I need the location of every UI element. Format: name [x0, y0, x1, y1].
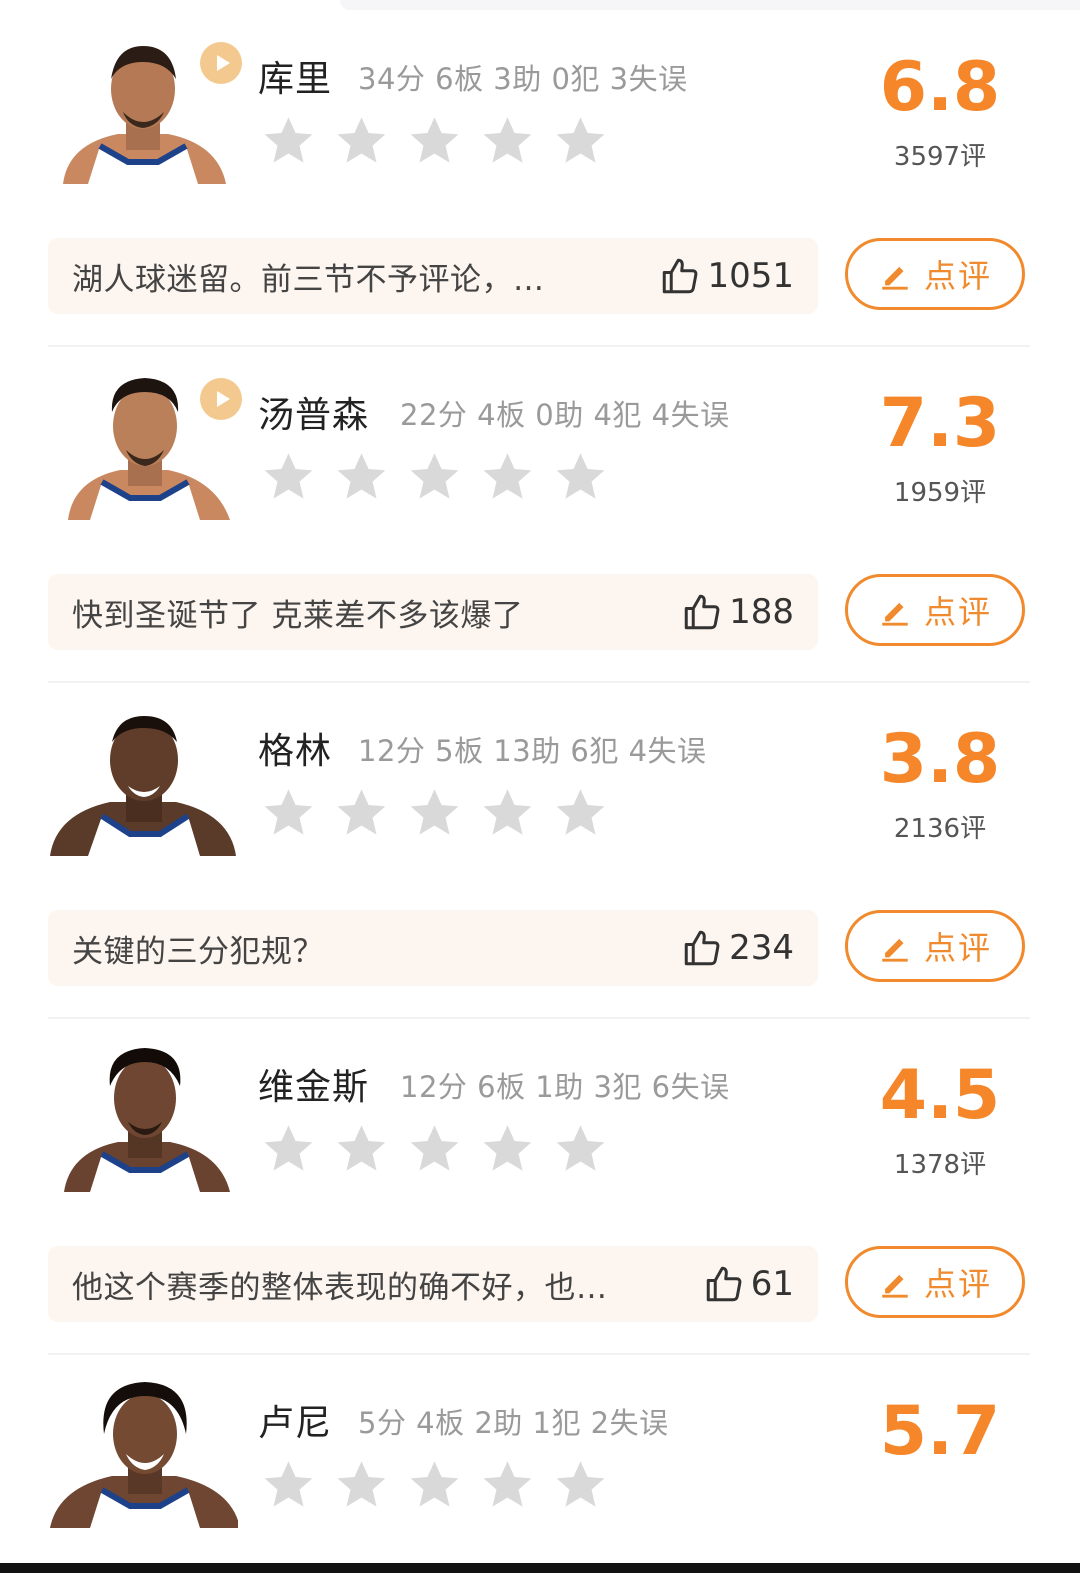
player-card[interactable]: 卢尼 5分 4板 2助 1犯 2失误 5.7 — [0, 1344, 1080, 1563]
review-button[interactable]: 点评 — [845, 1246, 1025, 1318]
rating-count: 1378评 — [893, 1150, 987, 1180]
player-portrait-image — [50, 716, 236, 856]
player-portrait-image — [64, 1048, 230, 1192]
player-name: 维金斯 — [258, 1067, 370, 1108]
average-score: 3.8 — [879, 720, 1001, 799]
star-rating-input[interactable] — [262, 1458, 607, 1511]
average-score: 7.3 — [879, 384, 1001, 463]
review-button[interactable]: 点评 — [845, 910, 1025, 982]
like-button[interactable]: 61 — [703, 1263, 794, 1305]
player-card[interactable]: 汤普森 22分 4板 0助 4犯 4失误 7.3 1959评 快到圣诞节了 克莱… — [0, 336, 1080, 683]
star-icon[interactable] — [408, 1122, 461, 1175]
pencil-icon — [882, 266, 908, 290]
comment-text: 湖人球迷留。前三节不予评论，… — [72, 261, 545, 298]
star-icon[interactable] — [408, 114, 461, 167]
pencil-icon — [882, 1274, 908, 1298]
star-rating-input[interactable] — [262, 114, 607, 167]
player-avatar[interactable] — [48, 706, 238, 856]
star-icon[interactable] — [335, 114, 388, 167]
review-button-label: 点评 — [923, 1265, 992, 1303]
star-icon[interactable] — [408, 450, 461, 503]
star-icon[interactable] — [554, 1122, 607, 1175]
thumbs-up-icon — [706, 1266, 742, 1302]
star-rating-input[interactable] — [262, 786, 607, 839]
thumbs-up-icon — [663, 258, 698, 294]
video-play-icon[interactable] — [200, 378, 242, 420]
star-icon[interactable] — [262, 450, 315, 503]
average-score: 4.5 — [879, 1056, 1001, 1135]
star-icon[interactable] — [481, 1122, 534, 1175]
review-button[interactable]: 点评 — [845, 238, 1025, 310]
comment-text: 他这个赛季的整体表现的确不好，也… — [72, 1269, 608, 1306]
star-icon[interactable] — [554, 1458, 607, 1511]
top-comment[interactable]: 他这个赛季的整体表现的确不好，也… 61 — [48, 1246, 818, 1322]
top-comment[interactable]: 快到圣诞节了 克莱差不多该爆了 188 — [48, 574, 818, 650]
player-stats: 22分 4板 0助 4犯 4失误 — [400, 398, 730, 432]
star-icon[interactable] — [335, 1122, 388, 1175]
star-rating-input[interactable] — [262, 450, 607, 503]
average-score: 5.7 — [879, 1392, 1001, 1471]
star-icon[interactable] — [554, 114, 607, 167]
star-icon[interactable] — [335, 786, 388, 839]
player-name: 库里 — [258, 59, 333, 100]
star-icon[interactable] — [408, 786, 461, 839]
rating-count: 3597评 — [893, 142, 987, 172]
player-avatar[interactable] — [48, 1378, 238, 1528]
top-comment[interactable]: 湖人球迷留。前三节不予评论，… 1051 — [48, 238, 818, 314]
pencil-icon — [882, 602, 908, 626]
rating-count: 1959评 — [893, 478, 987, 508]
star-icon[interactable] — [335, 1458, 388, 1511]
player-name: 卢尼 — [258, 1403, 333, 1444]
comment-text: 关键的三分犯规？ — [72, 933, 324, 970]
like-count: 1051 — [707, 256, 794, 296]
like-button[interactable]: 1051 — [659, 255, 794, 297]
star-icon[interactable] — [408, 1458, 461, 1511]
rating-count: 2136评 — [893, 814, 987, 844]
comment-text: 快到圣诞节了 克莱差不多该爆了 — [72, 597, 524, 634]
video-play-icon[interactable] — [200, 42, 242, 84]
thumbs-up-icon — [684, 930, 720, 966]
bottom-edge-bar — [0, 1563, 1080, 1573]
like-count: 61 — [750, 1264, 794, 1304]
player-stats: 34分 6板 3助 0犯 3失误 — [358, 62, 688, 96]
pencil-icon — [882, 938, 908, 962]
star-icon[interactable] — [554, 786, 607, 839]
player-card[interactable]: 维金斯 12分 6板 1助 3犯 6失误 4.5 1378评 他这个赛季的整体表… — [0, 1008, 1080, 1355]
like-button[interactable]: 234 — [681, 927, 794, 969]
thumbs-up-icon — [684, 594, 720, 630]
like-button[interactable]: 188 — [681, 591, 794, 633]
star-icon[interactable] — [481, 114, 534, 167]
player-name: 汤普森 — [258, 395, 370, 436]
star-icon[interactable] — [262, 1122, 315, 1175]
player-name: 格林 — [258, 731, 333, 772]
player-stats: 12分 6板 1助 3犯 6失误 — [400, 1070, 730, 1104]
player-card[interactable]: 库里 34分 6板 3助 0犯 3失误 6.8 3597评 湖人球迷留。前三节不… — [0, 0, 1080, 347]
player-stats: 5分 4板 2助 1犯 2失误 — [358, 1406, 669, 1440]
star-icon[interactable] — [262, 1458, 315, 1511]
top-comment[interactable]: 关键的三分犯规？ 234 — [48, 910, 818, 986]
player-portrait-image — [50, 1382, 238, 1528]
review-button[interactable]: 点评 — [845, 574, 1025, 646]
star-icon[interactable] — [481, 1458, 534, 1511]
review-button-label: 点评 — [923, 929, 992, 967]
review-button-label: 点评 — [923, 593, 992, 631]
player-avatar[interactable] — [48, 1042, 238, 1192]
like-count: 188 — [729, 592, 794, 632]
average-score: 6.8 — [879, 48, 1001, 127]
star-rating-input[interactable] — [262, 1122, 607, 1175]
player-stats: 12分 5板 13助 6犯 4失误 — [358, 734, 707, 768]
star-icon[interactable] — [262, 114, 315, 167]
star-icon[interactable] — [554, 450, 607, 503]
star-icon[interactable] — [481, 786, 534, 839]
star-icon[interactable] — [481, 450, 534, 503]
star-icon[interactable] — [262, 786, 315, 839]
player-card[interactable]: 格林 12分 5板 13助 6犯 4失误 3.8 2136评 关键的三分犯规？ … — [0, 672, 1080, 1019]
like-count: 234 — [729, 928, 794, 968]
star-icon[interactable] — [335, 450, 388, 503]
review-button-label: 点评 — [923, 257, 992, 295]
